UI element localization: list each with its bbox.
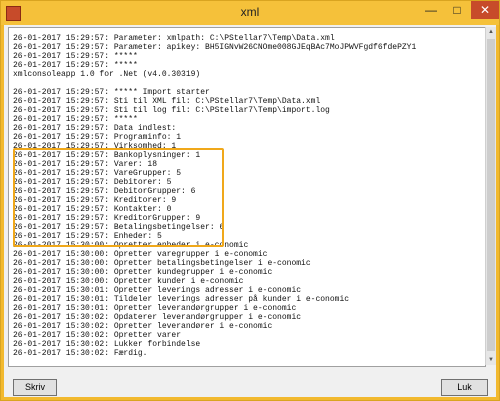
log-line: 26-01-2017 15:30:02: Lukker forbindelse [13,340,201,349]
scroll-thumb[interactable] [487,39,495,351]
log-line: 26-01-2017 15:29:57: Sti til XML fil: C:… [13,97,321,106]
client-area: 26-01-2017 15:29:57: Parameter: xmlpath:… [4,25,496,397]
log-line: 26-01-2017 15:29:57: Enheder: 5 [13,232,162,241]
log-line: 26-01-2017 15:29:57: Betalingsbetingelse… [13,223,225,232]
log-line: 26-01-2017 15:29:57: ***** [13,115,138,124]
log-line: 26-01-2017 15:30:00: Opretter enheder i … [13,241,249,250]
log-line: 26-01-2017 15:29:57: VareGrupper: 5 [13,169,182,178]
log-line: 26-01-2017 15:30:00: Opretter varegruppe… [13,250,268,259]
close-button[interactable]: ✕ [471,1,499,19]
log-line: 26-01-2017 15:30:01: Opretter leverings … [13,286,302,295]
log-line: 26-01-2017 15:29:57: Kreditorer: 9 [13,196,177,205]
log-line: 26-01-2017 15:29:57: Sti til log fil: C:… [13,106,330,115]
log-line: 26-01-2017 15:30:02: Opdaterer leverandø… [13,313,302,322]
skriv-button[interactable]: Skriv [13,379,57,396]
log-line: 26-01-2017 15:29:57: Data indlest: [13,124,177,133]
log-line: 26-01-2017 15:29:57: KreditorGrupper: 9 [13,214,201,223]
log-line: 26-01-2017 15:29:57: Virksomhed: 1 [13,142,177,151]
log-line: 26-01-2017 15:29:57: Varer: 18 [13,160,158,169]
log-line: 26-01-2017 15:29:57: ***** [13,61,138,70]
log-line [13,79,416,88]
log-line: xmlconsoleapp 1.0 for .Net (v4.0.30319) [13,70,201,79]
log-lines: 26-01-2017 15:29:57: Parameter: xmlpath:… [13,34,416,358]
maximize-button[interactable]: □ [445,1,469,19]
log-line: 26-01-2017 15:29:57: Parameter: apikey: … [13,43,417,52]
log-line: 26-01-2017 15:29:57: Kontakter: 0 [13,205,172,214]
log-line: 26-01-2017 15:30:02: Opretter varer [13,331,182,340]
luk-button[interactable]: Luk [441,379,488,396]
vertical-scrollbar[interactable]: ▲ ▼ [485,27,496,365]
scroll-up-arrow-icon[interactable]: ▲ [486,27,496,37]
minimize-button[interactable]: — [419,1,443,19]
log-line: 26-01-2017 15:30:01: Opretter leverandør… [13,304,297,313]
scroll-down-arrow-icon[interactable]: ▼ [486,355,496,365]
log-line: 26-01-2017 15:29:57: Programinfo: 1 [13,133,182,142]
log-line: 26-01-2017 15:29:57: DebitorGrupper: 6 [13,187,196,196]
title-bar[interactable]: xml — □ ✕ [1,1,499,25]
log-output[interactable]: 26-01-2017 15:29:57: Parameter: xmlpath:… [8,27,486,367]
log-line: 26-01-2017 15:29:57: ***** Import starte… [13,88,210,97]
log-line: 26-01-2017 15:29:57: ***** [13,52,138,61]
log-line: 26-01-2017 15:30:00: Opretter kundegrupp… [13,268,273,277]
log-line: 26-01-2017 15:30:00: Opretter kunder i e… [13,277,244,286]
log-line: 26-01-2017 15:30:01: Tildeler leverings … [13,295,350,304]
log-line: 26-01-2017 15:30:02: Færdig. [13,349,148,358]
app-window: xml — □ ✕ 26-01-2017 15:29:57: Parameter… [0,0,500,401]
log-line: 26-01-2017 15:29:57: Debitorer: 5 [13,178,172,187]
log-line: 26-01-2017 15:30:02: Opretter leverandør… [13,322,273,331]
log-line: 26-01-2017 15:29:57: Bankoplysninger: 1 [13,151,201,160]
log-line: 26-01-2017 15:30:00: Opretter betalingsb… [13,259,311,268]
log-line: 26-01-2017 15:29:57: Parameter: xmlpath:… [13,34,335,43]
